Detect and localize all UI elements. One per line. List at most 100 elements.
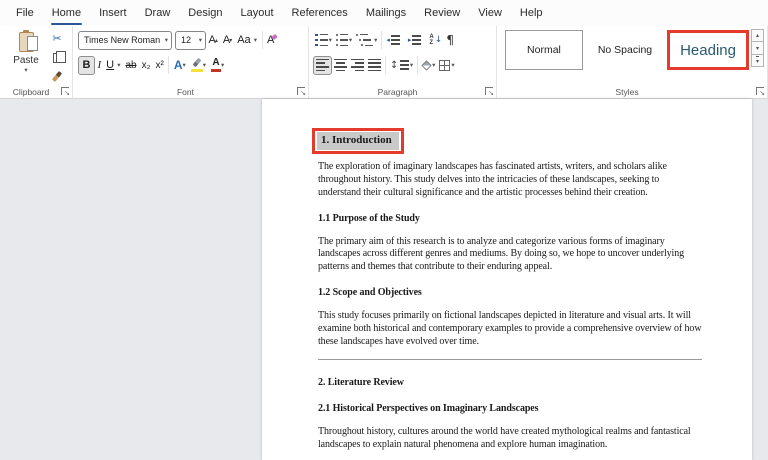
- font-name-select[interactable]: Times New Roman ▾: [78, 30, 172, 50]
- divider: [381, 31, 383, 49]
- gallery-more-icon: ▾: [755, 56, 759, 65]
- underline-button[interactable]: U ▾: [104, 56, 123, 75]
- chevron-down-icon: ▾: [182, 61, 186, 69]
- document-page[interactable]: 1. Introduction The exploration of imagi…: [262, 99, 752, 460]
- doc-paragraph[interactable]: The exploration of imaginary landscapes …: [318, 161, 702, 200]
- font-color-icon: A: [211, 58, 222, 72]
- style-no-spacing[interactable]: No Spacing: [591, 30, 659, 70]
- tab-home[interactable]: Home: [43, 0, 90, 26]
- multilevel-list-icon: [356, 33, 374, 47]
- increase-indent-button[interactable]: ▸: [406, 31, 428, 50]
- launcher-arrow-icon: ↘: [64, 89, 70, 97]
- doc-heading-introduction[interactable]: 1. Introduction: [317, 132, 399, 150]
- italic-button[interactable]: I: [95, 56, 104, 75]
- styles-scroll-down-button[interactable]: ▾: [751, 41, 764, 55]
- grow-font-button[interactable]: A ▴: [206, 31, 220, 50]
- chevron-up-icon: ▴: [755, 32, 759, 40]
- launcher-arrow-icon: ↘: [300, 89, 306, 97]
- sort-icon: A Z ↓: [429, 34, 443, 46]
- clipboard-dialog-launcher[interactable]: ↘: [61, 87, 70, 97]
- doc-subheading[interactable]: 2.1 Historical Perspectives on Imaginary…: [318, 403, 702, 416]
- font-color-button[interactable]: A ▾: [209, 56, 227, 75]
- justify-icon: [368, 58, 381, 72]
- doc-subheading[interactable]: 1.1 Purpose of the Study: [318, 213, 702, 226]
- align-left-button[interactable]: [313, 55, 332, 75]
- tab-mailings[interactable]: Mailings: [357, 0, 415, 26]
- shrink-font-button[interactable]: A ▾: [220, 31, 234, 50]
- style-heading-annotated[interactable]: Heading: [667, 30, 749, 70]
- divider: [261, 31, 263, 49]
- change-case-icon: Aa: [237, 34, 251, 46]
- styles-group-label: Styles: [615, 87, 639, 97]
- chevron-up-icon: ▴: [214, 36, 218, 44]
- subscript-button[interactable]: x₂: [139, 56, 153, 75]
- multilevel-list-button[interactable]: ▾: [354, 31, 379, 50]
- line-spacing-button[interactable]: ↕ ▾: [388, 56, 415, 75]
- doc-paragraph[interactable]: This study focuses primarily on fictiona…: [318, 310, 702, 349]
- paragraph-dialog-launcher[interactable]: ↘: [485, 87, 494, 97]
- doc-subheading[interactable]: 2. Literature Review: [318, 377, 702, 390]
- pilcrow-icon: ¶: [446, 33, 454, 47]
- doc-subheading[interactable]: 1.2 Scope and Objectives: [318, 287, 702, 300]
- highlighter-icon: [190, 57, 203, 72]
- clear-formatting-button[interactable]: A: [265, 31, 280, 50]
- styles-gallery-more-button[interactable]: ▾: [751, 53, 764, 68]
- highlight-color-button[interactable]: ▾: [188, 56, 208, 75]
- cut-button[interactable]: ✂: [48, 30, 66, 47]
- bold-button[interactable]: B: [78, 55, 95, 75]
- paragraph-group-label: Paragraph: [377, 87, 418, 97]
- copy-button[interactable]: [48, 49, 66, 66]
- font-dialog-launcher[interactable]: ↘: [297, 87, 306, 97]
- decrease-indent-button[interactable]: ◂: [384, 31, 406, 50]
- align-right-button[interactable]: [349, 56, 366, 75]
- document-canvas: 1. Introduction The exploration of imagi…: [0, 99, 768, 460]
- chevron-down-icon: ▾: [253, 36, 258, 44]
- style-normal[interactable]: Normal: [505, 30, 583, 70]
- text-effects-button[interactable]: A ▾: [171, 56, 188, 75]
- sort-button[interactable]: A Z ↓: [427, 31, 444, 50]
- superscript-button[interactable]: x²: [153, 56, 166, 75]
- ribbon-tab-bar: File Home Insert Draw Design Layout Refe…: [0, 0, 768, 26]
- shading-button[interactable]: ▾: [420, 56, 437, 75]
- bullet-list-button[interactable]: ▾: [313, 31, 334, 50]
- numbered-list-button[interactable]: ▾: [334, 31, 354, 50]
- paste-button[interactable]: Paste ▾: [6, 30, 46, 92]
- tab-file[interactable]: File: [7, 0, 43, 26]
- align-center-button[interactable]: [332, 56, 349, 75]
- tab-insert[interactable]: Insert: [90, 0, 136, 26]
- styles-scroll-up-button[interactable]: ▴: [751, 29, 764, 43]
- borders-button[interactable]: ▾: [437, 56, 456, 75]
- format-painter-icon: [51, 71, 63, 82]
- divider: [417, 56, 419, 74]
- tab-draw[interactable]: Draw: [136, 0, 180, 26]
- chevron-down-icon: ▾: [198, 36, 202, 44]
- chevron-down-icon: ▾: [451, 61, 455, 69]
- tab-help[interactable]: Help: [511, 0, 552, 26]
- tab-design[interactable]: Design: [179, 0, 231, 26]
- justify-button[interactable]: [366, 56, 383, 75]
- chevron-down-icon: ▾: [117, 61, 121, 69]
- tab-references[interactable]: References: [283, 0, 357, 26]
- line-spacing-icon: ↕: [390, 60, 409, 71]
- format-painter-button[interactable]: [48, 68, 66, 85]
- tab-layout[interactable]: Layout: [232, 0, 283, 26]
- divider: [385, 56, 386, 74]
- divider: [168, 56, 170, 74]
- styles-dialog-launcher[interactable]: ↘: [756, 87, 765, 97]
- launcher-arrow-icon: ↘: [488, 89, 494, 97]
- strikethrough-button[interactable]: ab: [123, 56, 139, 75]
- change-case-button[interactable]: Aa ▾: [235, 31, 260, 50]
- font-size-select[interactable]: 12 ▾: [175, 30, 206, 50]
- doc-paragraph[interactable]: The primary aim of this research is to a…: [318, 236, 702, 275]
- tab-review[interactable]: Review: [415, 0, 469, 26]
- tab-view[interactable]: View: [469, 0, 511, 26]
- align-center-icon: [334, 58, 347, 72]
- doc-paragraph[interactable]: Throughout history, cultures around the …: [318, 426, 702, 452]
- ribbon: Paste ▾ ✂ Clipboard ↘ Times New Roman ▾ …: [0, 26, 768, 99]
- show-hide-marks-button[interactable]: ¶: [444, 31, 456, 50]
- scissors-icon: ✂: [52, 32, 62, 45]
- chevron-down-icon: ▾: [164, 36, 168, 44]
- chevron-down-icon: ▾: [755, 44, 759, 52]
- clipboard-group: Paste ▾ ✂ Clipboard ↘: [0, 26, 73, 98]
- section-divider-line: [318, 358, 702, 360]
